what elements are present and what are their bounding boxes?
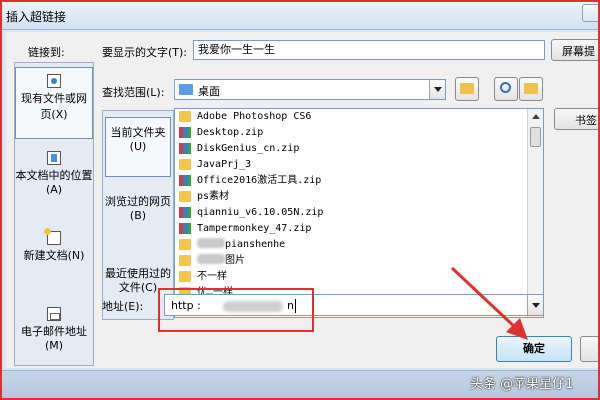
zip-icon xyxy=(179,127,191,138)
file-name: JavaPrj_3 xyxy=(197,159,252,170)
zip-icon xyxy=(179,223,191,234)
file-name: qianniu_v6.10.05N.zip xyxy=(197,207,324,218)
linkto-label: 链接到: xyxy=(28,46,65,59)
watermark: 头条 @苹果星仔1 xyxy=(470,377,574,392)
file-list[interactable]: Adobe Photoshop CS6 Desktop.zip DiskGeni… xyxy=(174,108,544,318)
list-item[interactable]: ps素材 xyxy=(177,189,527,205)
chevron-down-icon[interactable] xyxy=(429,80,445,99)
linkto-email[interactable]: 电子邮件地址(M) xyxy=(15,299,93,363)
email-icon xyxy=(47,307,61,321)
screentip-button[interactable]: 屏幕提 xyxy=(551,39,598,61)
linkto-bar: 现有文件或网页(X) 本文档中的位置(A) 新建文档(N) 电子邮件地址(M) xyxy=(14,62,94,366)
folder-icon xyxy=(179,159,191,170)
zip-icon xyxy=(179,207,191,218)
file-name: Office2016激活工具.zip xyxy=(197,175,322,186)
list-item[interactable]: pianshenhe xyxy=(177,237,527,253)
file-name: Adobe Photoshop CS6 xyxy=(197,111,312,122)
new-document-icon xyxy=(44,228,61,245)
title-bar: 插入超链接 xyxy=(2,2,598,30)
linkto-email-label: 电子邮件地址(M) xyxy=(21,325,87,352)
existing-file-icon xyxy=(47,74,61,88)
lookin-select[interactable]: 桌面 xyxy=(174,79,446,100)
address-label: 地址(E): xyxy=(102,300,144,313)
folder-icon xyxy=(179,191,191,202)
browse-file-button[interactable] xyxy=(519,77,543,101)
desktop-folder-icon xyxy=(179,84,193,95)
open-folder-icon xyxy=(524,83,538,94)
browsed-pages-tab[interactable]: 浏览过的网页(B) xyxy=(105,187,171,247)
close-button[interactable] xyxy=(582,4,598,22)
dialog-body: 链接到: 要显示的文字(T): 我爱你一生一生 屏幕提 现有文件或网页(X) 本… xyxy=(6,32,598,368)
list-item[interactable]: DiskGenius_cn.zip xyxy=(177,141,527,157)
zip-icon xyxy=(179,143,191,154)
up-folder-button[interactable] xyxy=(455,77,479,101)
blurred-text xyxy=(197,238,225,248)
file-name: Desktop.zip xyxy=(197,127,264,138)
scroll-up-icon[interactable] xyxy=(528,109,543,125)
linkto-new-document[interactable]: 新建文档(N) xyxy=(15,221,93,291)
scroll-thumb[interactable] xyxy=(530,127,541,147)
file-name: ps素材 xyxy=(197,191,230,202)
file-name: DiskGenius_cn.zip xyxy=(197,143,300,154)
list-item[interactable]: 图片 xyxy=(177,253,527,269)
lookin-value: 桌面 xyxy=(198,85,220,98)
file-name: 图片 xyxy=(225,255,245,266)
folder-icon xyxy=(179,271,191,282)
folder-icon xyxy=(179,255,191,266)
lookin-label: 查找范围(L): xyxy=(102,86,165,99)
list-item[interactable]: Desktop.zip xyxy=(177,125,527,141)
linkto-place-in-document[interactable]: 本文档中的位置(A) xyxy=(15,145,93,215)
display-text-label: 要显示的文字(T): xyxy=(102,46,188,59)
file-list-scrollbar[interactable] xyxy=(527,109,543,317)
list-item[interactable]: Adobe Photoshop CS6 xyxy=(177,109,527,125)
document-place-icon xyxy=(47,151,61,165)
folder-icon xyxy=(179,111,191,122)
ok-button[interactable]: 确定 xyxy=(496,336,572,362)
linkto-place-label: 本文档中的位置(A) xyxy=(15,169,93,196)
linkto-existing-label: 现有文件或网页(X) xyxy=(21,92,87,121)
window-title: 插入超链接 xyxy=(6,10,67,24)
bookmark-button[interactable]: 书签 xyxy=(554,108,598,130)
linkto-new-label: 新建文档(N) xyxy=(23,249,85,262)
linkto-existing-file[interactable]: 现有文件或网页(X) xyxy=(15,67,93,139)
cancel-button[interactable] xyxy=(580,336,598,362)
list-item[interactable]: 不一样 xyxy=(177,269,527,285)
file-name-blurred: 图片 xyxy=(197,253,245,269)
folder-up-icon xyxy=(460,83,474,94)
folder-icon xyxy=(179,239,191,250)
address-highlight-box xyxy=(158,288,314,332)
insert-hyperlink-dialog: 插入超链接 链接到: 要显示的文字(T): 我爱你一生一生 屏幕提 现有文件或网… xyxy=(0,0,600,400)
current-folder-tab[interactable]: 当前文件夹(U) xyxy=(105,117,171,177)
file-name: pianshenhe xyxy=(225,239,286,250)
zip-icon xyxy=(179,175,191,186)
list-item[interactable]: JavaPrj_3 xyxy=(177,157,527,173)
display-text-input[interactable]: 我爱你一生一生 xyxy=(193,40,545,60)
file-name: 不一样 xyxy=(197,271,227,282)
browse-web-button[interactable] xyxy=(494,77,518,101)
file-name-blurred: pianshenhe xyxy=(197,237,285,253)
list-item[interactable]: Office2016激活工具.zip xyxy=(177,173,527,189)
chevron-down-icon[interactable] xyxy=(527,295,543,315)
list-item[interactable]: qianniu_v6.10.05N.zip xyxy=(177,205,527,221)
list-item[interactable]: Tampermonkey_47.zip xyxy=(177,221,527,237)
blurred-text xyxy=(197,254,225,264)
file-name: Tampermonkey_47.zip xyxy=(197,223,312,234)
browse-web-icon xyxy=(500,82,511,93)
